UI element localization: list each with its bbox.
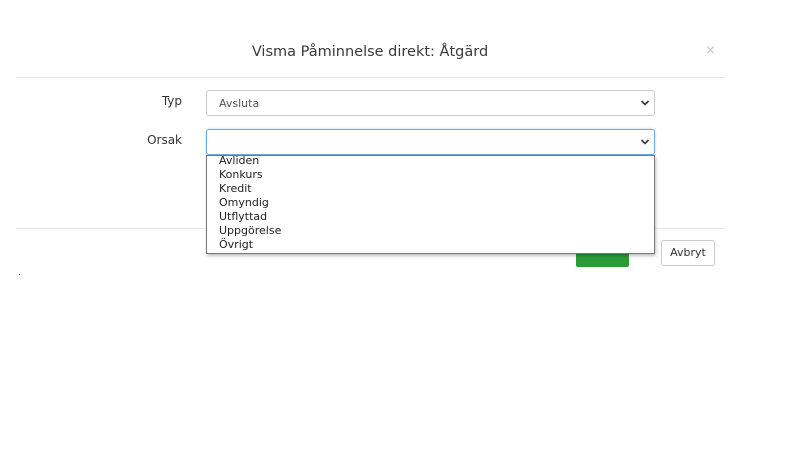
reason-dropdown-list: Avliden Konkurs Kredit Omyndig Utflyttad…	[206, 155, 655, 254]
stray-dot	[19, 274, 20, 275]
dropdown-option[interactable]: Utflyttad	[207, 210, 654, 224]
reason-select[interactable]	[206, 129, 655, 155]
type-label: Typ	[161, 94, 182, 108]
chevron-down-icon	[640, 139, 650, 145]
cancel-button[interactable]: Avbryt	[661, 240, 715, 266]
dialog-header: Visma Påminnelse direkt: Åtgärd ×	[16, 36, 724, 78]
dropdown-option[interactable]: Omyndig	[207, 196, 654, 210]
dropdown-option[interactable]: Uppgörelse	[207, 224, 654, 238]
dropdown-option[interactable]: Konkurs	[207, 168, 654, 182]
type-select[interactable]: Avsluta	[206, 90, 655, 116]
action-dialog: Visma Påminnelse direkt: Åtgärd × Typ Av…	[0, 0, 800, 460]
reason-label: Orsak	[147, 133, 182, 147]
dropdown-option[interactable]: Övrigt	[207, 238, 654, 252]
dropdown-option[interactable]: Avliden	[207, 156, 654, 168]
chevron-down-icon	[640, 100, 650, 106]
close-icon[interactable]: ×	[705, 44, 716, 57]
dialog-title: Visma Påminnelse direkt: Åtgärd	[251, 44, 489, 60]
dropdown-option[interactable]: Kredit	[207, 182, 654, 196]
type-select-value: Avsluta	[219, 97, 260, 110]
